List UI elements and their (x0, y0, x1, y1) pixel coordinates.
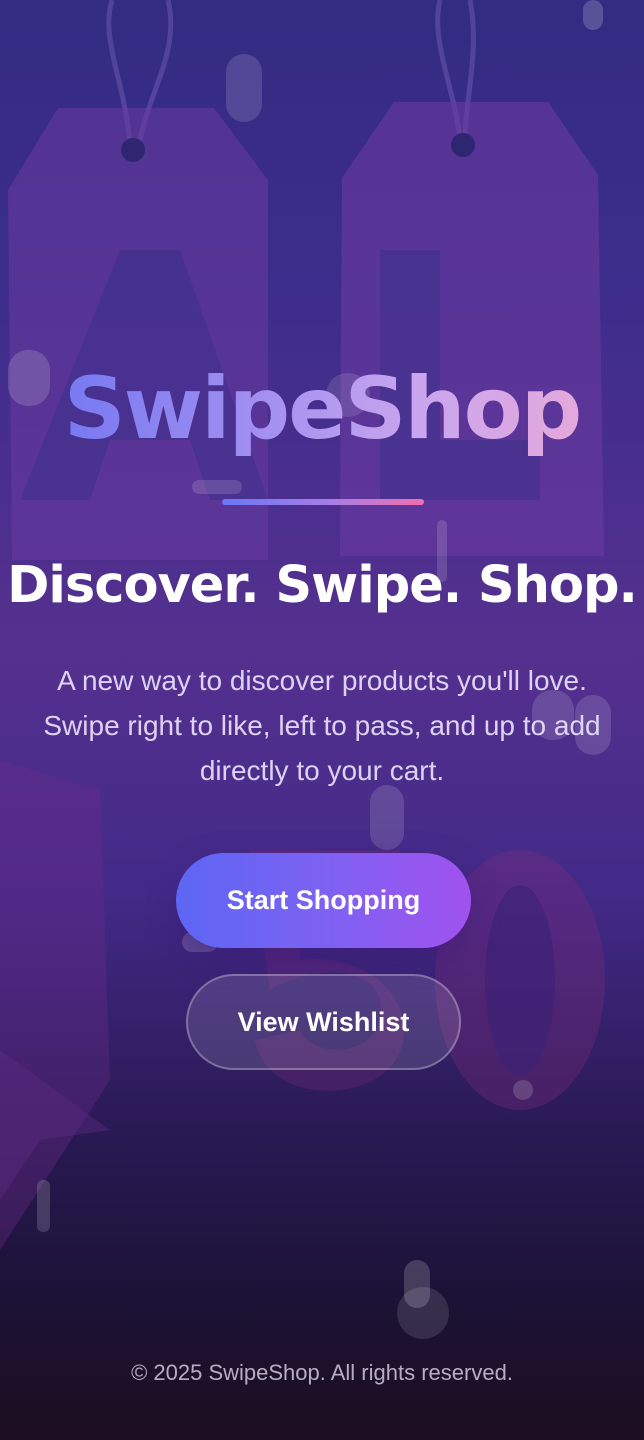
start-shopping-button[interactable]: Start Shopping (176, 853, 471, 948)
brand-underline-divider (222, 499, 424, 505)
hero-tagline: A new way to discover products you'll lo… (43, 665, 601, 786)
view-wishlist-label: View Wishlist (237, 1006, 410, 1037)
brand-logo-text: SwipeShop (0, 362, 644, 457)
view-wishlist-button[interactable]: View Wishlist (186, 974, 461, 1070)
start-shopping-label: Start Shopping (226, 885, 421, 915)
footer-copyright: © 2025 SwipeShop. All rights reserved. (131, 1360, 513, 1385)
hero-headline: Discover. Swipe. Shop. (7, 556, 638, 615)
